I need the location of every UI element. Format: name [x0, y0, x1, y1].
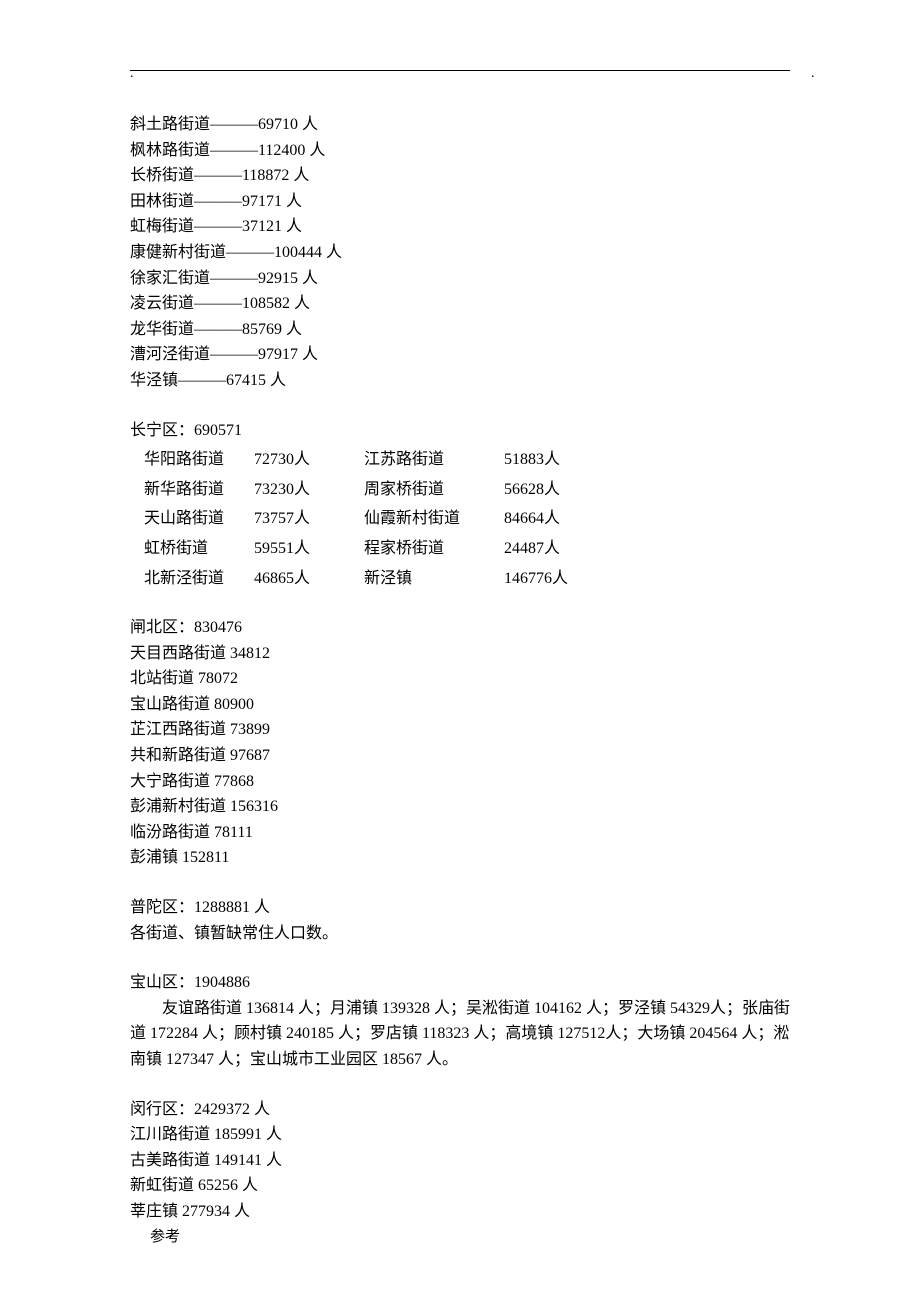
baoshan-paragraph: 友谊路街道 136814 人；月浦镇 139328 人；吴淞街道 104162 … — [130, 996, 790, 1073]
changning-cell: 新华路街道 — [144, 477, 254, 503]
xuhui-item: 斜土路街道———69710 人 — [130, 112, 790, 138]
zhabei-item: 北站街道 78072 — [130, 666, 790, 692]
changning-table: 华阳路街道72730人江苏路街道51883人新华路街道73230人周家桥街道56… — [144, 447, 790, 591]
xuhui-item: 康健新村街道———100444 人 — [130, 240, 790, 266]
putuo-block: 普陀区：1288881 人 各街道、镇暂缺常住人口数。 — [130, 895, 790, 946]
baoshan-block: 宝山区：1904886 友谊路街道 136814 人；月浦镇 139328 人；… — [130, 970, 790, 1072]
zhabei-item: 宝山路街道 80900 — [130, 692, 790, 718]
minhang-item: 江川路街道 185991 人 — [130, 1122, 790, 1148]
xuhui-item: 华泾镇———67415 人 — [130, 368, 790, 394]
xuhui-block: 斜土路街道———69710 人枫林路街道———112400 人长桥街道———11… — [130, 112, 790, 394]
document-page: . . . . 斜土路街道———69710 人枫林路街道———112400 人长… — [0, 0, 920, 1309]
changning-cell: 程家桥街道 — [364, 536, 504, 562]
putuo-title: 普陀区：1288881 人 — [130, 895, 790, 921]
zhabei-items: 天目西路街道 34812北站街道 78072宝山路街道 80900芷江西路街道 … — [130, 641, 790, 871]
changning-cell: 华阳路街道 — [144, 447, 254, 473]
zhabei-item: 大宁路街道 77868 — [130, 769, 790, 795]
zhabei-item: 彭浦新村街道 156316 — [130, 794, 790, 820]
minhang-item: 新虹街道 65256 人 — [130, 1173, 790, 1199]
changning-cell: 北新泾街道 — [144, 566, 254, 592]
changning-cell: 仙霞新村街道 — [364, 506, 504, 532]
zhabei-item: 芷江西路街道 73899 — [130, 717, 790, 743]
header-rule: . . . . — [130, 70, 790, 72]
footer-text: 参考 — [150, 1225, 180, 1249]
xuhui-item: 凌云街道———108582 人 — [130, 291, 790, 317]
changning-cell: 146776人 — [504, 566, 614, 592]
changning-cell: 56628人 — [504, 477, 614, 503]
changning-cell: 59551人 — [254, 536, 364, 562]
putuo-note: 各街道、镇暂缺常住人口数。 — [130, 921, 790, 947]
changning-cell: 虹桥街道 — [144, 536, 254, 562]
zhabei-block: 闸北区：830476 天目西路街道 34812北站街道 78072宝山路街道 8… — [130, 615, 790, 871]
changning-cell: 73757人 — [254, 506, 364, 532]
xuhui-item: 枫林路街道———112400 人 — [130, 138, 790, 164]
zhabei-title: 闸北区：830476 — [130, 615, 790, 641]
changning-cell: 51883人 — [504, 447, 614, 473]
minhang-items: 江川路街道 185991 人古美路街道 149141 人新虹街道 65256 人… — [130, 1122, 790, 1224]
changning-title: 长宁区：690571 — [130, 418, 790, 444]
minhang-block: 闵行区：2429372 人 江川路街道 185991 人古美路街道 149141… — [130, 1097, 790, 1225]
header-dots: . . . . — [130, 63, 790, 85]
xuhui-item: 田林街道———97171 人 — [130, 189, 790, 215]
zhabei-item: 彭浦镇 152811 — [130, 845, 790, 871]
baoshan-title: 宝山区：1904886 — [130, 970, 790, 996]
changning-cell: 73230人 — [254, 477, 364, 503]
xuhui-item: 龙华街道———85769 人 — [130, 317, 790, 343]
changning-cell: 46865人 — [254, 566, 364, 592]
xuhui-item: 徐家汇街道———92915 人 — [130, 266, 790, 292]
minhang-item: 古美路街道 149141 人 — [130, 1148, 790, 1174]
changning-cell: 新泾镇 — [364, 566, 504, 592]
zhabei-item: 共和新路街道 97687 — [130, 743, 790, 769]
changning-cell: 天山路街道 — [144, 506, 254, 532]
changning-cell: 周家桥街道 — [364, 477, 504, 503]
xuhui-item: 虹梅街道———37121 人 — [130, 214, 790, 240]
xuhui-item: 长桥街道———118872 人 — [130, 163, 790, 189]
zhabei-item: 天目西路街道 34812 — [130, 641, 790, 667]
changning-cell: 84664人 — [504, 506, 614, 532]
xuhui-item: 漕河泾街道———97917 人 — [130, 342, 790, 368]
minhang-title: 闵行区：2429372 人 — [130, 1097, 790, 1123]
changning-block: 长宁区：690571 华阳路街道72730人江苏路街道51883人新华路街道73… — [130, 418, 790, 592]
zhabei-item: 临汾路街道 78111 — [130, 820, 790, 846]
changning-cell: 72730人 — [254, 447, 364, 473]
changning-cell: 24487人 — [504, 536, 614, 562]
minhang-item: 莘庄镇 277934 人 — [130, 1199, 790, 1225]
changning-cell: 江苏路街道 — [364, 447, 504, 473]
